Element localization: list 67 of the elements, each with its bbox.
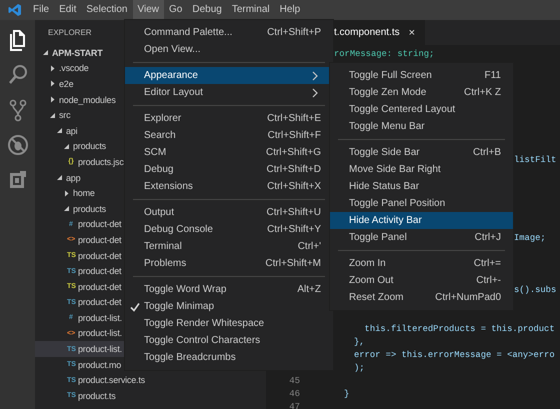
code-line: rorMessage: string; xyxy=(334,49,434,61)
code-line: Image; xyxy=(514,233,546,245)
collapsed-caret-icon xyxy=(62,188,70,198)
code-line: } xyxy=(344,389,350,401)
menu-item[interactable]: SCM Ctrl+Shift+G xyxy=(125,144,333,161)
menu-item[interactable]: Explorer Ctrl+Shift+E xyxy=(125,110,333,127)
tree-item[interactable]: node_modules xyxy=(35,92,125,108)
menu-item[interactable]: Toggle Control Characters xyxy=(125,332,333,349)
menu-item[interactable]: Output Ctrl+Shift+U xyxy=(125,204,333,221)
tree-item[interactable]: api xyxy=(35,122,125,139)
menu-item[interactable]: Zoom In Ctrl+= xyxy=(330,255,513,272)
menu-item[interactable]: Help xyxy=(274,0,306,20)
menu-item[interactable]: Editor Layout xyxy=(125,84,333,101)
bug-icon[interactable] xyxy=(6,133,30,157)
expanded-caret-icon xyxy=(41,48,49,58)
line-number: 45 xyxy=(288,376,300,388)
code-line: listFilt xyxy=(514,155,556,167)
menu-item[interactable]: Reset Zoom Ctrl+NumPad0 xyxy=(330,289,513,306)
tree-item[interactable]: APM-START xyxy=(35,45,125,61)
tree-item[interactable]: app xyxy=(35,170,125,186)
menu-item[interactable]: Move Side Bar Right xyxy=(330,161,513,178)
menu-item[interactable]: Toggle Panel Position xyxy=(330,195,513,212)
menu-item[interactable]: Search Ctrl+Shift+F xyxy=(125,127,333,144)
check-icon xyxy=(130,302,140,312)
menu-item[interactable]: Debug Ctrl+Shift+D xyxy=(125,161,333,178)
code-line: this.filteredProducts = this.product xyxy=(364,324,555,336)
menu-item[interactable]: Selection xyxy=(81,0,132,20)
menu-item[interactable]: Debug Console Ctrl+Shift+Y xyxy=(125,221,333,238)
sidebar-title: EXPLORER xyxy=(48,27,92,39)
menu-item[interactable]: Hide Status Bar xyxy=(330,178,513,195)
tree-item[interactable]: products xyxy=(35,138,125,154)
app-logo-icon xyxy=(8,3,22,17)
tree-item[interactable]: products xyxy=(35,200,125,217)
code-line: error => this.errorMessage = <any>erro xyxy=(354,350,555,362)
menu-item[interactable]: Toggle Side Bar Ctrl+B xyxy=(330,144,513,161)
code-line: ); xyxy=(354,363,365,375)
menu-item[interactable]: File xyxy=(28,0,54,20)
menu-item[interactable]: Toggle Minimap xyxy=(125,298,333,315)
expanded-caret-icon xyxy=(62,204,70,214)
menu-item[interactable]: Problems Ctrl+Shift+M xyxy=(125,255,333,272)
menu-item[interactable]: Toggle Word Wrap Alt+Z xyxy=(125,281,333,298)
menu-item[interactable]: Go xyxy=(164,0,188,20)
line-number: 46 xyxy=(288,389,300,401)
menu-item[interactable]: Hide Activity Bar xyxy=(330,212,513,229)
menu-item[interactable]: Zoom Out Ctrl+- xyxy=(330,272,513,289)
menu-item[interactable]: Toggle Full Screen F11 xyxy=(330,67,513,84)
menu-item[interactable]: Toggle Zen Mode Ctrl+K Z xyxy=(330,84,513,101)
menu-item[interactable]: Toggle Menu Bar xyxy=(330,118,513,135)
menu-item[interactable]: Toggle Render Whitespace xyxy=(125,315,333,332)
menu-item[interactable]: Edit xyxy=(54,0,82,20)
line-number: 47 xyxy=(288,402,300,409)
code-line: s().subs xyxy=(514,285,556,297)
tree-item[interactable]: e2e xyxy=(35,76,125,92)
tree-item[interactable]: src xyxy=(35,107,125,123)
close-button[interactable]: × xyxy=(408,26,416,38)
menu-item[interactable]: Terminal xyxy=(226,0,275,20)
menu-item[interactable]: View xyxy=(132,0,164,20)
menu-item[interactable]: Terminal Ctrl+' xyxy=(125,238,333,255)
menu-item[interactable]: Extensions Ctrl+Shift+X xyxy=(125,178,333,195)
menu-item[interactable]: Toggle Panel Ctrl+J xyxy=(330,229,513,246)
menu-item[interactable]: Debug xyxy=(187,0,227,20)
expanded-caret-icon xyxy=(55,173,63,182)
menu-item[interactable]: Toggle Breadcrumbs xyxy=(125,349,333,366)
tree-item[interactable]: home xyxy=(35,185,125,201)
tree-item[interactable]: .vscode xyxy=(35,60,125,76)
code-line: }, xyxy=(354,337,365,349)
menu-item[interactable]: Toggle Centered Layout xyxy=(330,101,513,118)
